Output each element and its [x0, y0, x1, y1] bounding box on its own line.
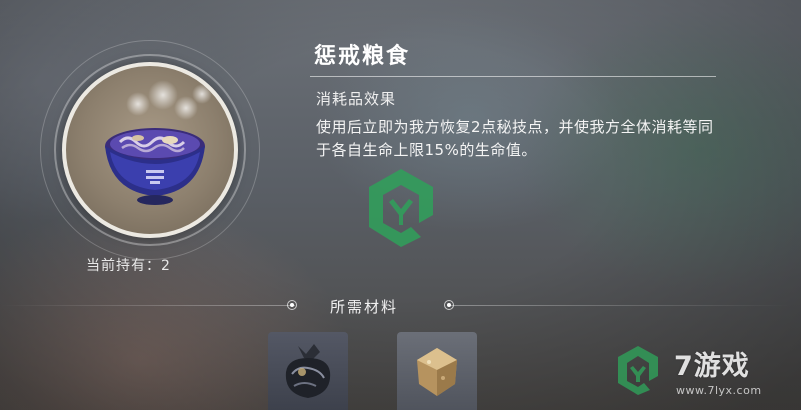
- item-title: 惩戒粮食: [314, 44, 411, 69]
- watermark-url: www.7lyx.com: [676, 384, 762, 397]
- purple-noodle-bowl-icon: [100, 114, 210, 214]
- material-slot-2[interactable]: [397, 332, 477, 410]
- title-divider: [310, 76, 716, 77]
- steam-puff: [126, 92, 150, 116]
- dark-cloth-bundle-icon: [285, 344, 331, 398]
- materials-divider-left: [0, 305, 295, 306]
- material-slot-1[interactable]: [268, 332, 348, 410]
- item-description: 使用后立即为我方恢复2点秘技点，并使我方全体消耗等同于各自生命上限15%的生命值…: [316, 118, 714, 159]
- watermark-logo-icon: [365, 165, 437, 249]
- site-watermark: 7游戏 www.7lyx.com: [616, 340, 796, 408]
- steam-puff: [192, 84, 212, 104]
- materials-divider-dot: [287, 300, 297, 310]
- portrait-frame: [62, 62, 238, 238]
- materials-title: 所需材料: [330, 298, 399, 316]
- owned-count-label: 当前持有：2: [86, 258, 171, 274]
- tan-crystal-cube-icon: [417, 348, 457, 396]
- watermark-badge-icon: [618, 346, 658, 395]
- materials-divider-right: [450, 305, 790, 306]
- item-portrait: [40, 40, 260, 260]
- watermark-name: 7游戏: [674, 351, 750, 382]
- item-category: 消耗品效果: [316, 90, 397, 108]
